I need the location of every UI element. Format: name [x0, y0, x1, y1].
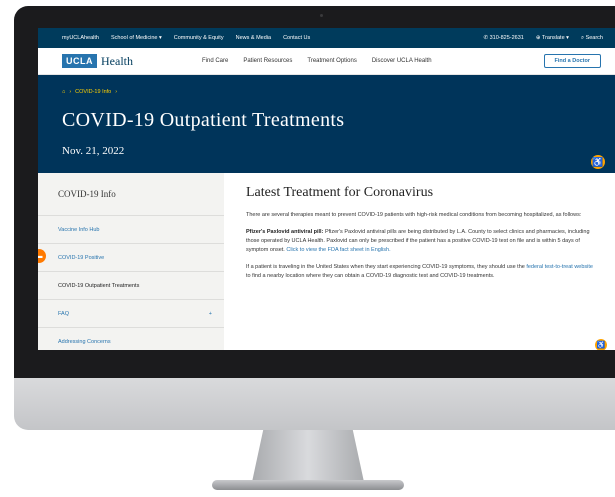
breadcrumb-separator: ›: [115, 89, 118, 95]
test-to-treat-link[interactable]: federal test-to-treat website: [526, 264, 593, 270]
utility-link-community-equity[interactable]: Community & Equity: [174, 35, 224, 41]
breadcrumb-covid-info[interactable]: COVID-19 Info: [75, 89, 111, 95]
sidebar-item-label: FAQ: [58, 310, 70, 317]
fda-fact-sheet-link[interactable]: Click to view the FDA fact sheet in Engl…: [286, 247, 390, 253]
ucla-health-logo[interactable]: UCLA Health: [62, 54, 202, 69]
sidebar-item-faq[interactable]: FAQ +: [38, 299, 224, 327]
sidebar: COVID-19 Info Vaccine Info Hub COVID-19 …: [38, 173, 224, 350]
sidebar-item-label: COVID-19 Positive: [58, 254, 105, 261]
sidebar-item-covid-positive[interactable]: COVID-19 Positive: [38, 243, 224, 271]
sidebar-item-vaccine-info-hub[interactable]: Vaccine Info Hub: [38, 215, 224, 243]
monitor-chin: [14, 378, 615, 430]
expand-icon[interactable]: +: [209, 311, 212, 317]
nav-discover-ucla-health[interactable]: Discover UCLA Health: [372, 58, 432, 64]
main-header: UCLA Health Find Care Patient Resources …: [38, 48, 615, 75]
primary-nav: Find Care Patient Resources Treatment Op…: [202, 58, 432, 64]
browser-screen: myUCLAhealth School of Medicine ▾ Commun…: [38, 28, 615, 350]
monitor-stand-foot: [212, 480, 404, 490]
sidebar-title: COVID-19 Info: [58, 189, 116, 199]
utility-link-school-of-medicine[interactable]: School of Medicine ▾: [111, 35, 162, 41]
nav-patient-resources[interactable]: Patient Resources: [243, 58, 292, 64]
search-icon: ⌕: [580, 34, 585, 41]
find-a-doctor-button[interactable]: Find a Doctor: [543, 54, 601, 68]
breadcrumb: ⌂ › COVID-19 Info ›: [62, 89, 117, 95]
translate-button[interactable]: ⊕ Translate ▾: [536, 35, 569, 41]
nav-treatment-options[interactable]: Treatment Options: [307, 58, 356, 64]
search-button[interactable]: ⌕ Search: [581, 35, 603, 42]
paxlovid-title: Pfizer's Paxlovid antiviral pill:: [246, 229, 324, 235]
travel-body-end: to find a nearby location where they can…: [246, 273, 495, 279]
article-intro: There are several therapies meant to pre…: [246, 212, 582, 218]
logo-health: Health: [101, 53, 133, 68]
utility-link-myuclahealth[interactable]: myUCLAhealth: [62, 35, 99, 41]
breadcrumb-separator: ›: [69, 89, 72, 95]
camera: [320, 14, 323, 17]
utility-link-contact-us[interactable]: Contact Us: [283, 35, 310, 41]
globe-icon: ⊕: [535, 35, 541, 41]
logo-ucla: UCLA: [62, 54, 97, 68]
home-icon[interactable]: ⌂: [62, 89, 65, 95]
article-heading: Latest Treatment for Coronavirus: [246, 185, 434, 200]
travel-paragraph: If a patient is traveling in the United …: [246, 263, 597, 281]
monitor-stand: [252, 430, 364, 482]
page-hero: ⌂ › COVID-19 Info › COVID-19 Outpatient …: [38, 75, 615, 173]
main-article: Latest Treatment for Coronavirus There a…: [224, 173, 615, 350]
translate-label: Translate ▾: [541, 35, 569, 41]
sidebar-item-outpatient-treatments[interactable]: COVID-19 Outpatient Treatments: [38, 271, 224, 299]
sidebar-item-label: Vaccine Info Hub: [58, 226, 100, 233]
phone-icon: ✆: [483, 35, 489, 41]
accessibility-icon[interactable]: ♿: [595, 339, 607, 350]
utility-link-news-media[interactable]: News & Media: [236, 35, 271, 41]
nav-find-care[interactable]: Find Care: [202, 58, 228, 64]
sidebar-item-label: COVID-19 Outpatient Treatments: [58, 282, 140, 289]
accessibility-icon[interactable]: ♿: [591, 155, 605, 169]
page-title: COVID-19 Outpatient Treatments: [62, 109, 345, 131]
sidebar-item-label: Addressing Concerns: [58, 338, 111, 345]
search-label: Search: [585, 34, 603, 41]
page-content: COVID-19 Info Vaccine Info Hub COVID-19 …: [38, 173, 615, 350]
sidebar-item-addressing-concerns[interactable]: Addressing Concerns: [38, 327, 224, 350]
page-date: Nov. 21, 2022: [62, 145, 125, 157]
phone-number: 310-825-2631: [489, 35, 524, 41]
phone-link[interactable]: ✆ 310-825-2631: [483, 35, 523, 41]
paxlovid-paragraph: Pfizer's Paxlovid antiviral pill: Pfizer…: [246, 228, 597, 255]
utility-bar: myUCLAhealth School of Medicine ▾ Commun…: [38, 28, 615, 48]
travel-body-start: If a patient is traveling in the United …: [246, 264, 527, 270]
